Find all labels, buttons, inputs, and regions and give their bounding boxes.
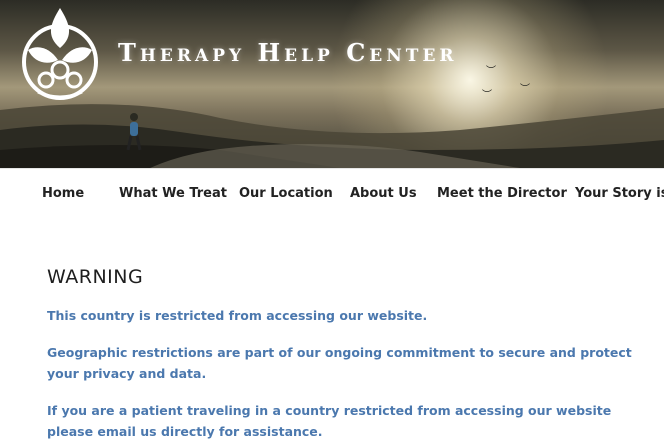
assistance-message: If you are a patient traveling in a coun… xyxy=(47,403,612,439)
restriction-message: This country is restricted from accessin… xyxy=(47,308,428,323)
nav-item-your-story[interactable]: Your Story is H xyxy=(575,186,664,201)
warning-content: WARNING This country is restricted from … xyxy=(47,266,632,442)
lotus-emblem-icon xyxy=(22,8,98,100)
brand-title: Therapy Help Center xyxy=(118,38,458,67)
nav-item-our-location[interactable]: Our Location xyxy=(239,186,333,201)
nav-item-home[interactable]: Home xyxy=(42,186,84,201)
main-navigation: Home What We Treat Our Location About Us… xyxy=(0,168,664,222)
bird-icon: ︶ xyxy=(486,66,496,77)
runner-figure xyxy=(126,113,142,151)
bird-icon: ︶ xyxy=(520,84,530,95)
nav-item-about-us[interactable]: About Us xyxy=(350,186,417,201)
nav-item-what-we-treat[interactable]: What We Treat xyxy=(119,186,227,201)
warning-heading: WARNING xyxy=(47,266,144,288)
nav-item-meet-the-director[interactable]: Meet the Director xyxy=(437,186,567,201)
privacy-message: Geographic restrictions are part of our … xyxy=(47,345,632,381)
hero-banner: Therapy Help Center ︶ ︶ ︶ xyxy=(0,0,664,168)
bird-icon: ︶ xyxy=(482,90,492,101)
